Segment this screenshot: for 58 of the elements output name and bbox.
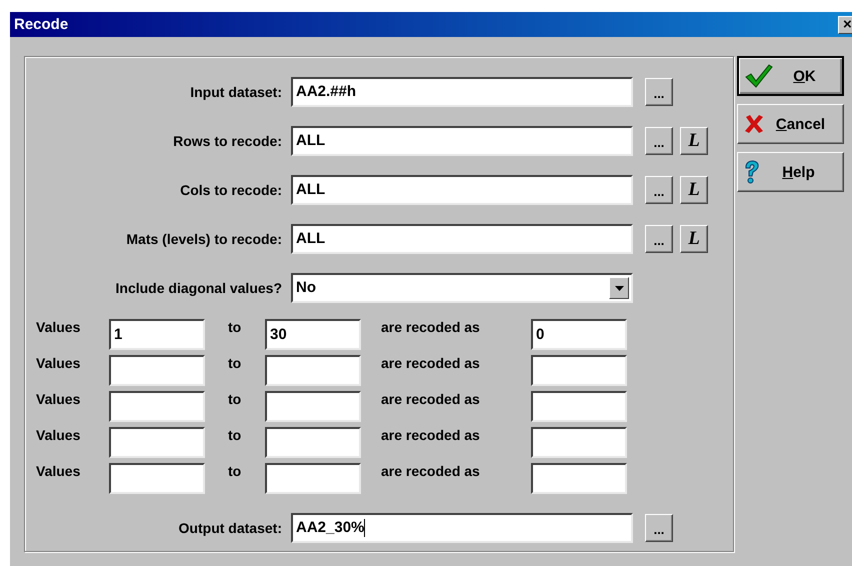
list-button[interactable]: L [680, 127, 708, 155]
browse-button[interactable]: ... [645, 78, 673, 106]
check-icon [745, 64, 773, 88]
input-field[interactable]: ALL [291, 175, 633, 205]
field-label: Cols to recode: [179, 182, 282, 198]
field-label: Input dataset: [189, 84, 282, 100]
input-field[interactable] [265, 355, 361, 386]
field-label: are recoded as [381, 391, 481, 407]
input-field[interactable] [531, 463, 627, 494]
field-label: to [228, 319, 242, 335]
help-button[interactable]: Help [737, 152, 844, 192]
question-mark-icon [744, 160, 760, 184]
input-field[interactable]: ALL [291, 224, 633, 254]
window-title: Recode [13, 16, 68, 33]
field-label: to [228, 427, 242, 443]
field-label: to [228, 355, 242, 371]
list-button[interactable]: L [680, 176, 708, 204]
field-label: are recoded as [381, 319, 481, 335]
field-label: Rows to recode: [172, 133, 282, 149]
x-icon [744, 114, 764, 134]
field-label: Mats (levels) to recode: [125, 231, 282, 247]
input-field[interactable]: 1 [109, 319, 205, 350]
input-field[interactable]: 30 [265, 319, 361, 350]
input-field[interactable]: AA2.##h [291, 77, 633, 107]
browse-button[interactable]: ... [645, 176, 673, 204]
field-label: Values [36, 319, 82, 335]
field-label: to [228, 391, 242, 407]
field-label: are recoded as [381, 427, 481, 443]
close-button[interactable]: × [838, 16, 852, 34]
input-field[interactable] [531, 391, 627, 422]
field-label: Values [36, 355, 82, 371]
ok-button[interactable]: OK [737, 56, 844, 96]
input-field[interactable]: AA2_30% [291, 513, 633, 543]
field-label: Include diagonal values? [114, 280, 282, 296]
input-field[interactable] [265, 391, 361, 422]
browse-button[interactable]: ... [645, 514, 673, 542]
input-field[interactable] [109, 427, 205, 458]
field-label: are recoded as [381, 463, 481, 479]
field-label: to [228, 463, 242, 479]
dropdown[interactable]: No [291, 273, 633, 303]
cancel-button[interactable]: Cancel [737, 104, 844, 144]
field-label: Output dataset: [178, 520, 282, 536]
field-label: Values [36, 391, 82, 407]
browse-button[interactable]: ... [645, 127, 673, 155]
input-field[interactable] [109, 463, 205, 494]
list-button[interactable]: L [680, 225, 708, 253]
field-label: Values [36, 427, 82, 443]
field-label: are recoded as [381, 355, 481, 371]
input-field[interactable] [265, 427, 361, 458]
input-field[interactable]: 0 [531, 319, 627, 350]
input-field[interactable] [109, 391, 205, 422]
input-field[interactable] [531, 355, 627, 386]
input-field[interactable] [109, 355, 205, 386]
input-field[interactable] [265, 463, 361, 494]
browse-button[interactable]: ... [645, 225, 673, 253]
input-field[interactable]: ALL [291, 126, 633, 156]
field-label: Values [36, 463, 82, 479]
input-field[interactable] [531, 427, 627, 458]
